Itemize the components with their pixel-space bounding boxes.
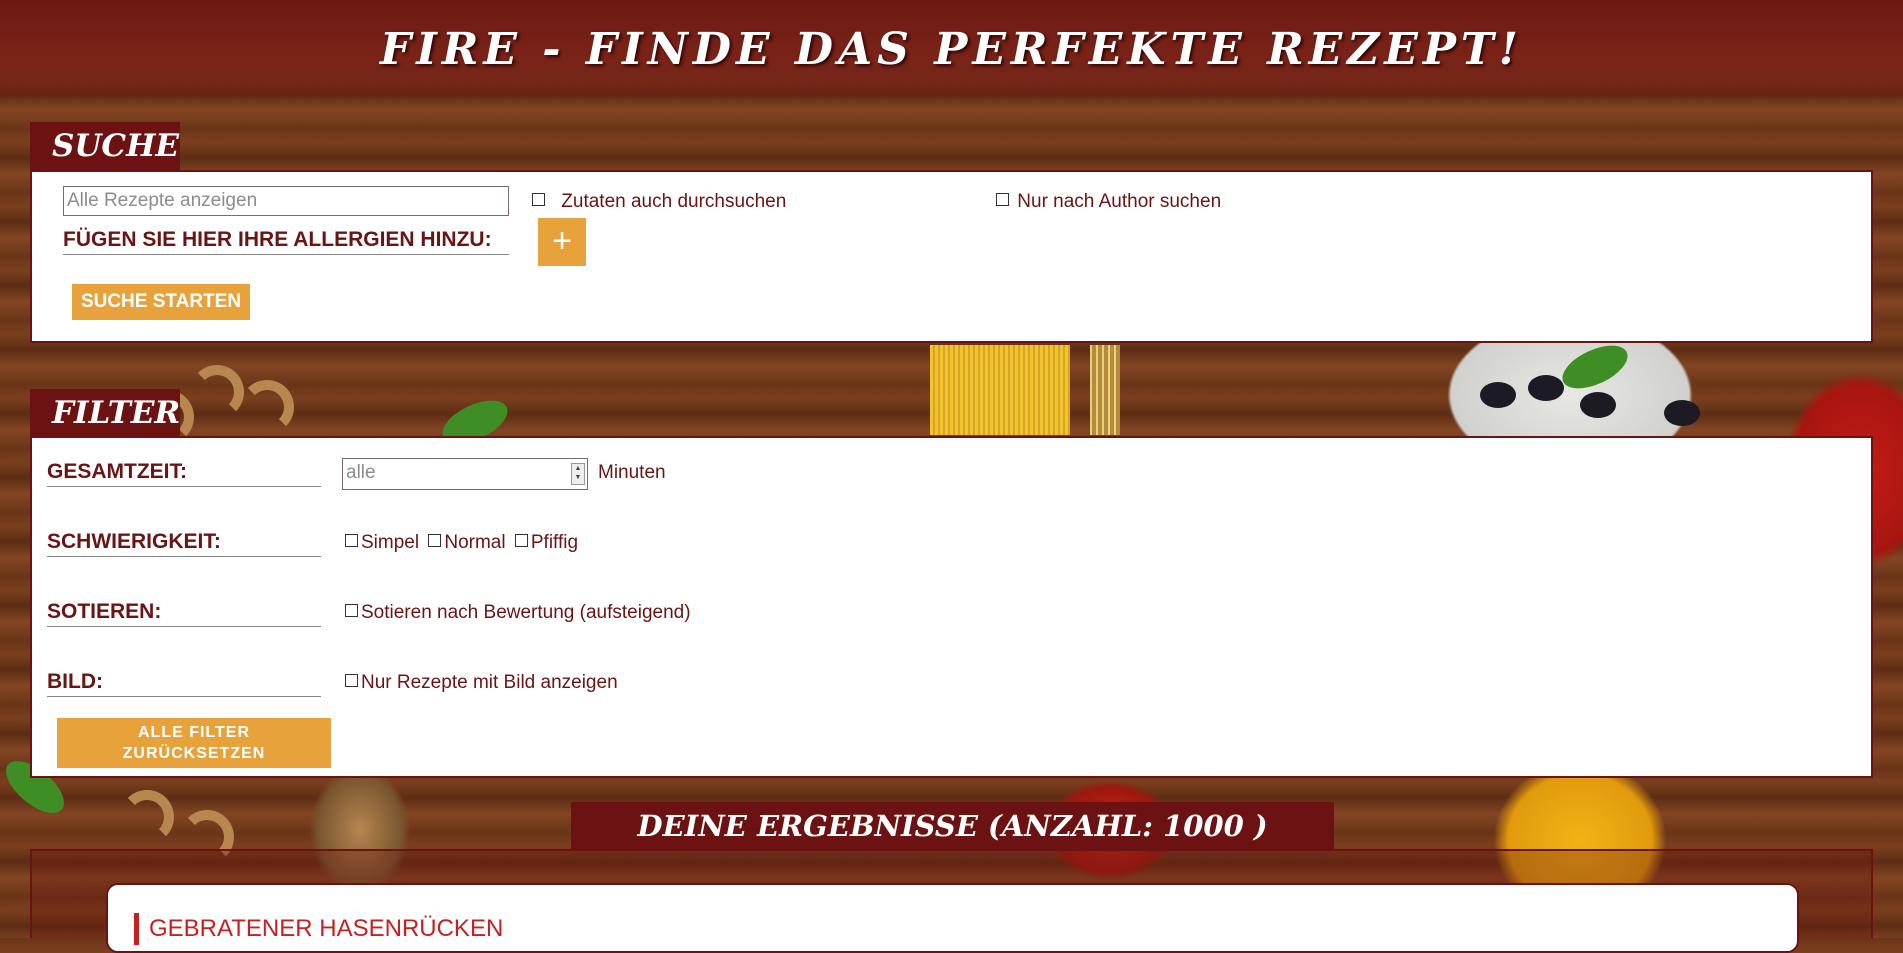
- author-checkbox-label: Nur nach Author suchen: [1017, 191, 1222, 212]
- background-olive: [1580, 392, 1616, 418]
- results-heading: DEINE ERGEBNISSE (ANZAHL: 1000 ): [571, 802, 1334, 850]
- page-title: FIRE - FINDE DAS PERFEKTE REZEPT!: [380, 24, 1523, 75]
- background-macaroni: [120, 790, 174, 844]
- background-macaroni: [240, 380, 294, 434]
- sort-checkbox[interactable]: [345, 604, 358, 617]
- image-only-option[interactable]: Nur Rezepte mit Bild anzeigen: [345, 672, 618, 694]
- difficulty-option-simpel[interactable]: Simpel: [345, 532, 419, 553]
- search-section-tab: SUCHE: [30, 122, 180, 170]
- reset-filters-line2: ZURÜCKSETZEN: [122, 745, 266, 762]
- total-time-unit: Minuten: [598, 462, 666, 483]
- background-spaghetti: [1090, 345, 1120, 435]
- difficulty-option-normal[interactable]: Normal: [428, 532, 506, 553]
- difficulty-label: SCHWIERIGKEIT:: [47, 530, 321, 557]
- image-checkbox[interactable]: [345, 674, 358, 687]
- search-panel: Alle Rezepte anzeigen Zutaten auch durch…: [30, 170, 1873, 343]
- total-time-label: GESAMTZEIT:: [47, 460, 321, 487]
- background-macaroni: [190, 365, 244, 419]
- ingredients-checkbox[interactable]: [532, 193, 545, 206]
- start-search-button[interactable]: SUCHE STARTEN: [72, 284, 250, 320]
- image-label: BILD:: [47, 670, 321, 697]
- background-olive: [1480, 382, 1516, 408]
- author-search-option[interactable]: Nur nach Author suchen: [996, 191, 1221, 213]
- difficulty-checkbox[interactable]: [428, 534, 442, 547]
- filter-section-tab: FILTER: [30, 389, 180, 437]
- author-checkbox[interactable]: [996, 193, 1009, 206]
- background-basil-leaf: [1556, 336, 1634, 398]
- sort-label: SOTIEREN:: [47, 600, 321, 627]
- difficulty-checkbox[interactable]: [514, 534, 528, 547]
- background-olive: [1528, 375, 1564, 401]
- total-time-placeholder: alle: [346, 462, 376, 483]
- add-allergy-button[interactable]: +: [538, 218, 586, 266]
- difficulty-options: Simpel Normal Pfiffig: [345, 532, 578, 554]
- background-spaghetti: [930, 345, 1070, 435]
- search-input[interactable]: Alle Rezepte anzeigen: [63, 186, 509, 216]
- background-olive: [1664, 400, 1700, 426]
- difficulty-checkbox[interactable]: [345, 534, 358, 547]
- image-option-label: Nur Rezepte mit Bild anzeigen: [361, 672, 618, 693]
- number-spinner-icon[interactable]: ▲ ▼: [571, 463, 585, 485]
- allergies-label: FÜGEN SIE HIER IHRE ALLERGIEN HINZU:: [63, 228, 509, 255]
- sort-option-label: Sotieren nach Bewertung (aufsteigend): [361, 602, 691, 623]
- ingredients-search-option[interactable]: Zutaten auch durchsuchen: [532, 191, 786, 213]
- sort-by-rating-option[interactable]: Sotieren nach Bewertung (aufsteigend): [345, 602, 691, 624]
- total-time-input[interactable]: alle ▲ ▼: [342, 458, 588, 490]
- recipe-title[interactable]: GEBRATENER HASENRÜCKEN: [134, 913, 503, 945]
- reset-filters-line1: ALLE FILTER: [137, 724, 251, 741]
- recipe-card[interactable]: GEBRATENER HASENRÜCKEN: [106, 883, 1799, 953]
- results-panel: GEBRATENER HASENRÜCKEN: [30, 849, 1873, 953]
- page-header: FIRE - FINDE DAS PERFEKTE REZEPT!: [0, 0, 1903, 98]
- filter-panel: GESAMTZEIT: alle ▲ ▼ Minuten SCHWIERIGKEI…: [30, 436, 1873, 778]
- difficulty-option-pfiffig[interactable]: Pfiffig: [514, 532, 578, 553]
- reset-filters-button[interactable]: ALLE FILTER ZURÜCKSETZEN: [57, 718, 331, 768]
- ingredients-checkbox-label: Zutaten auch durchsuchen: [561, 191, 787, 212]
